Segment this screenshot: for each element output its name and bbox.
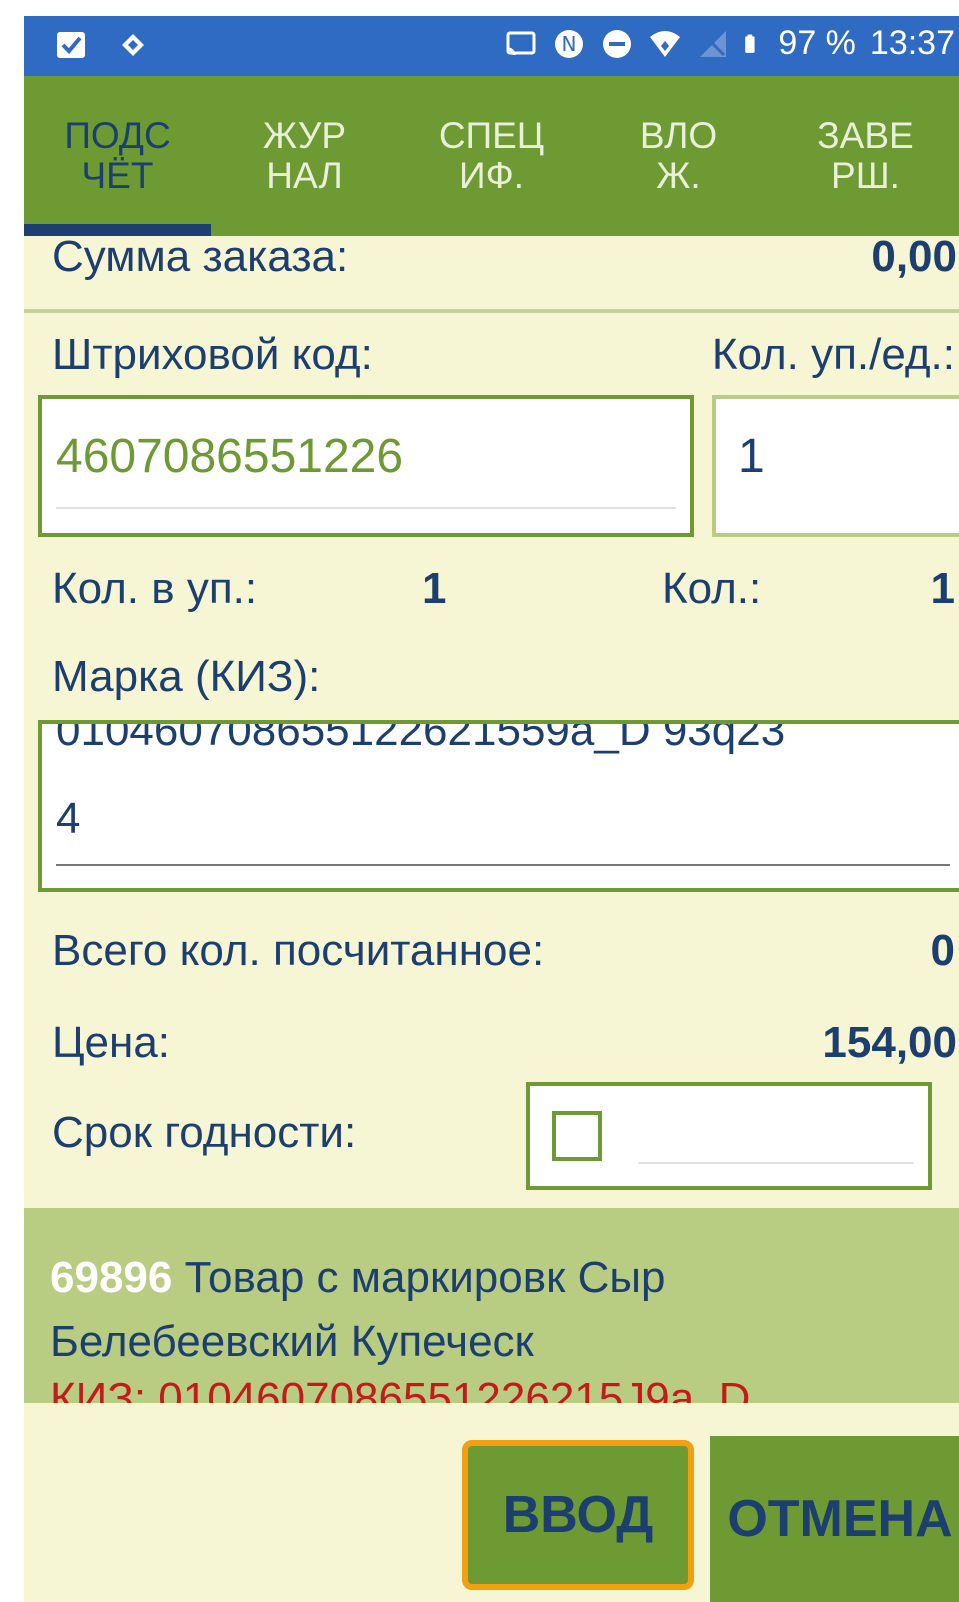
price-value: 154,00	[822, 1018, 957, 1067]
diamond-arrows-icon	[122, 34, 144, 56]
price-label: Цена:	[52, 1018, 171, 1067]
qty-value: 1	[930, 564, 955, 613]
order-sum-label: Сумма заказа:	[52, 232, 349, 281]
cast-icon	[506, 31, 536, 55]
mark-input[interactable]: 010460708655122621559a_D 93q23 4	[38, 720, 959, 892]
system-icons: N 97 % 13:37	[504, 24, 955, 63]
expiry-checkbox[interactable]	[552, 1111, 602, 1161]
barcode-value: 4607086551226	[56, 430, 404, 483]
qty-in-pack-value: 1	[422, 564, 447, 613]
tab-count[interactable]: ПОДС ЧЁТ	[24, 76, 211, 236]
product-info: 69896 Товар с маркировк Сыр Белебеевский…	[24, 1208, 959, 1403]
input-underline	[56, 864, 950, 866]
qty-in-pack-label: Кол. в уп.:	[52, 564, 258, 613]
tab-spec[interactable]: СПЕЦ ИФ.	[398, 76, 585, 236]
qty-pack-unit-input[interactable]: 1	[712, 395, 959, 537]
app-screen: N 97 % 13:37 ПОДС ЧЁТ ЖУР НАЛ СПЕЦ ИФ. В…	[24, 16, 959, 1602]
battery-percent: 97 %	[778, 24, 856, 62]
input-underline	[638, 1162, 914, 1164]
notification-icons	[54, 28, 150, 62]
tab-journal[interactable]: ЖУР НАЛ	[211, 76, 398, 236]
qty-label: Кол.:	[662, 564, 762, 613]
tab-finish[interactable]: ЗАВЕ РШ.	[772, 76, 959, 236]
no-signal-icon	[700, 30, 727, 57]
clock: 13:37	[869, 24, 955, 62]
enter-button[interactable]: ВВОД	[462, 1440, 694, 1590]
tab-bar: ПОДС ЧЁТ ЖУР НАЛ СПЕЦ ИФ. ВЛО Ж. ЗАВЕ РШ…	[24, 76, 959, 236]
tab-label: ВЛО Ж.	[639, 115, 718, 196]
tab-label: ПОДС ЧЁТ	[64, 115, 171, 196]
input-underline	[56, 507, 676, 509]
status-bar: N 97 % 13:37	[24, 16, 959, 76]
svg-text:N: N	[562, 32, 577, 56]
product-code: 69896	[50, 1253, 173, 1302]
expiry-label: Срок годности:	[52, 1108, 357, 1157]
divider	[24, 309, 959, 313]
product-description: 69896 Товар с маркировк Сыр Белебеевский…	[50, 1246, 930, 1374]
checkbox-notification-icon	[57, 32, 85, 58]
expiry-field	[526, 1082, 932, 1190]
qty-pack-unit-value: 1	[738, 430, 765, 483]
battery-icon	[745, 34, 755, 53]
wifi-icon	[650, 30, 681, 57]
mark-line-2: 4	[56, 794, 81, 843]
total-counted-value: 0	[930, 926, 955, 975]
mark-label: Марка (КИЗ):	[52, 652, 321, 701]
tab-label: СПЕЦ ИФ.	[438, 115, 545, 196]
qty-pack-unit-label: Кол. уп./ед.:	[711, 330, 955, 379]
barcode-input[interactable]: 4607086551226	[38, 395, 694, 537]
order-sum-value: 0,00	[871, 232, 957, 281]
barcode-label: Штриховой код:	[52, 330, 373, 379]
do-not-disturb-icon	[603, 29, 632, 58]
mark-line-1: 010460708655122621559a_D 93q23	[56, 720, 786, 755]
cancel-button[interactable]: ОТМЕНА	[710, 1436, 959, 1602]
product-kiz: КИЗ: 0104607086551226215J9a_D	[50, 1374, 751, 1403]
tab-label: ЗАВЕ РШ.	[817, 115, 914, 196]
total-counted-label: Всего кол. посчитанное:	[52, 926, 545, 975]
tab-attach[interactable]: ВЛО Ж.	[585, 76, 772, 236]
tab-label: ЖУР НАЛ	[262, 115, 347, 196]
nfc-icon: N	[555, 29, 584, 58]
